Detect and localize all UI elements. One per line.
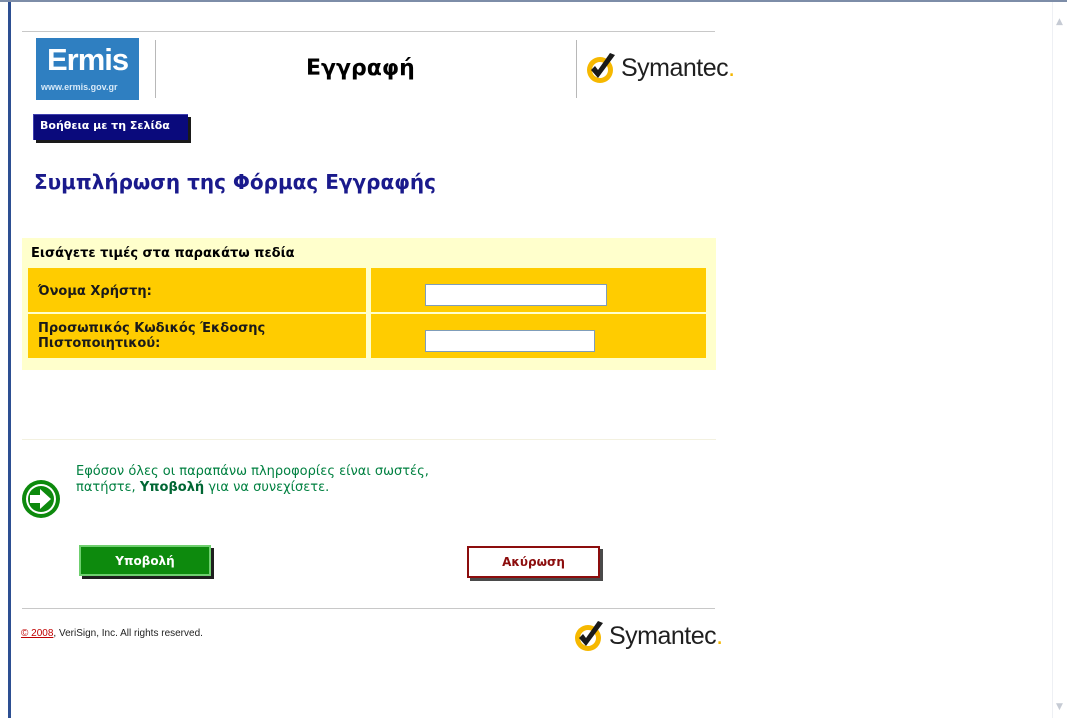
username-label: Όνομα Χρήστη: [38,284,152,299]
pin-input[interactable] [425,330,595,352]
help-button[interactable]: Βοήθεια με τη Σελίδα [33,114,188,140]
ermis-logo-url: www.ermis.gov.gr [41,82,118,92]
username-input[interactable] [425,284,607,306]
section-divider [22,439,716,440]
info-line-2: πατήστε, Υποβολή για να συνεχίσετε. [76,480,330,495]
submit-button[interactable]: Υποβολή [79,545,211,576]
page-title: Εγγραφή [306,56,415,81]
copyright-link[interactable]: © 2008 [21,628,53,639]
window-frame-top [0,0,1067,2]
check-icon [575,621,603,651]
logo-divider [155,40,156,98]
cancel-button[interactable]: Ακύρωση [467,546,600,578]
ermis-logo-word: Ermis [47,42,129,77]
pin-label: Προσωπικός Κωδικός Έκδοσης Πιστοποιητικο… [38,321,266,351]
info-text: Εφόσον όλες οι παραπάνω πληροφορίες είνα… [76,464,456,496]
symantec-wordmark: Symantec. [609,621,723,650]
arrow-right-circle-icon [22,480,60,518]
chevron-down-icon[interactable]: ▼ [1055,703,1064,712]
check-icon [587,53,615,83]
window-frame-left [8,2,11,718]
symantec-logo-footer: Symantec. [572,619,723,653]
symantec-logo-header: Symantec. [584,51,735,85]
form-heading: Συμπλήρωση της Φόρμας Εγγραφής [34,170,436,194]
ermis-logo: Ermis www.ermis.gov.gr [36,38,139,100]
info-line-1: Εφόσον όλες οι παραπάνω πληροφορίες είνα… [76,464,429,479]
footer-copyright: © 2008, VeriSign, Inc. All rights reserv… [21,628,203,639]
symantec-wordmark: Symantec. [621,53,735,82]
header-top-divider [22,31,715,32]
form-instruction: Εισάγετε τιμές στα παρακάτω πεδία [31,246,295,261]
footer-divider [22,608,715,609]
chevron-up-icon[interactable]: ▲ [1055,18,1064,27]
symantec-divider [576,40,577,98]
info-bold: Υποβολή [139,480,205,495]
vertical-scrollbar[interactable] [1052,2,1067,718]
